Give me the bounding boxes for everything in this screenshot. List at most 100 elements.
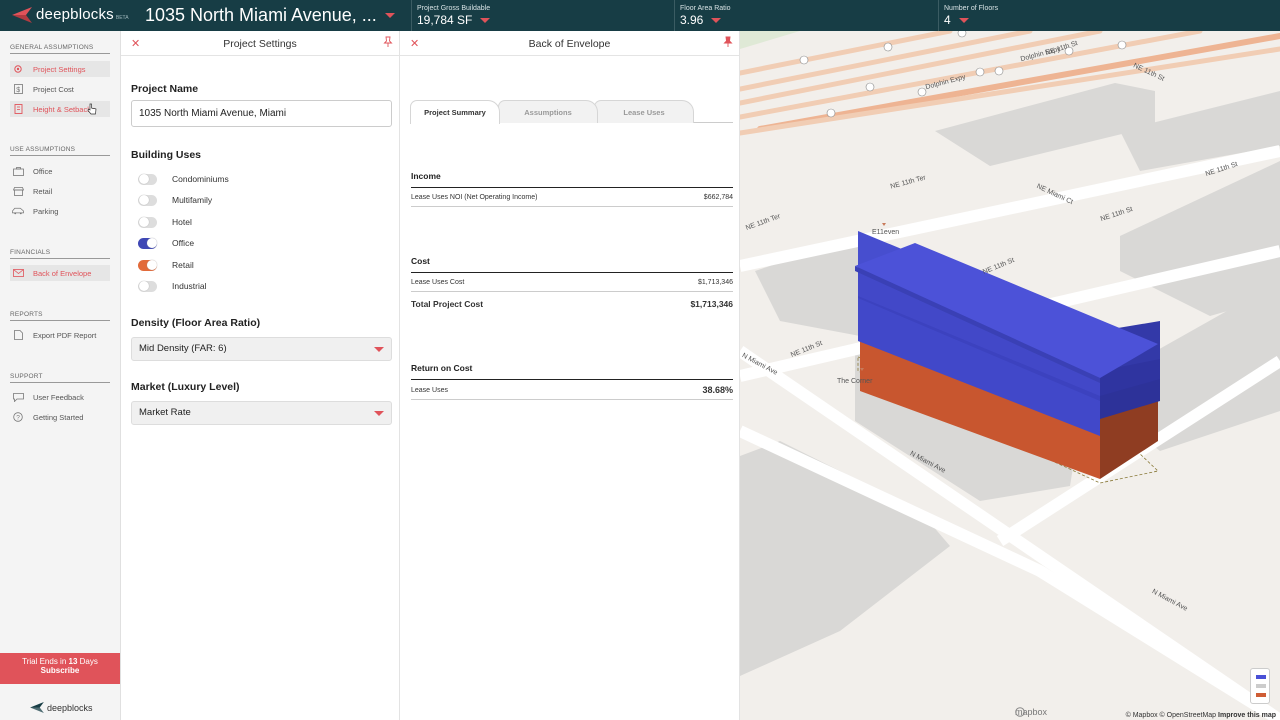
use-label: Office (172, 238, 195, 248)
subscribe-link[interactable]: Subscribe (0, 666, 120, 675)
store-icon (12, 186, 24, 196)
project-name-label: Project Name (131, 83, 199, 95)
total-value: $1,713,346 (690, 298, 733, 309)
toggle-switch[interactable] (138, 216, 157, 228)
section-financials: FINANCIALS (10, 249, 110, 259)
density-select[interactable]: Mid Density (FAR: 6) (131, 337, 392, 361)
toggle-switch[interactable] (138, 237, 157, 249)
briefcase-icon (12, 166, 24, 176)
map-legend[interactable] (1250, 668, 1270, 704)
legend-swatch-retail (1256, 693, 1266, 697)
sidebar-item-getting-started[interactable]: ? Getting Started (10, 409, 110, 425)
sidebar-item-label: Getting Started (33, 412, 84, 422)
sidebar-item-label: Office (33, 166, 53, 176)
row-label: Lease Uses NOI (Net Operating Income) (411, 193, 538, 201)
use-row-condominiums[interactable]: Condominiums (138, 172, 229, 186)
panel-header: ✕ Project Settings (121, 31, 399, 56)
toggle-switch[interactable] (138, 173, 157, 185)
sidebar: GENERAL ASSUMPTIONS Project Settings $ P… (0, 31, 121, 720)
section-use-assumptions: USE ASSUMPTIONS (10, 146, 110, 156)
use-label: Multifamily (172, 195, 213, 205)
mapbox-logo[interactable]: mapbox (1015, 707, 1047, 717)
chat-icon (12, 392, 24, 402)
metric-value: 4 (944, 13, 951, 27)
tab-project-summary[interactable]: Project Summary (410, 100, 500, 124)
sidebar-item-user-feedback[interactable]: User Feedback (10, 389, 110, 405)
legend-swatch-other (1256, 684, 1266, 688)
use-row-industrial[interactable]: Industrial (138, 279, 207, 293)
metric-number-of-floors[interactable]: Number of Floors 4 (938, 0, 1280, 31)
trial-prefix: Trial Ends in (22, 657, 67, 666)
trial-suffix: Days (79, 657, 98, 666)
toggle-switch[interactable] (138, 280, 157, 292)
pin-icon[interactable] (383, 36, 393, 48)
row-label: Lease Uses (411, 386, 448, 394)
metric-gross-buildable[interactable]: Project Gross Buildable 19,784 SF (411, 0, 676, 31)
use-row-multifamily[interactable]: Multifamily (138, 193, 212, 207)
sidebar-item-label: Parking (33, 206, 59, 216)
return-on-cost-title: Return on Cost (411, 363, 473, 373)
app-logo[interactable]: deepblocks BETA (12, 6, 129, 23)
density-value: Mid Density (FAR: 6) (139, 343, 227, 354)
improve-map-link[interactable]: Improve this map (1218, 712, 1276, 719)
deepblocks-logo-icon (30, 702, 44, 713)
address-text: 1035 North Miami Avenue, ... (145, 5, 377, 25)
row-value: $662,784 (703, 193, 733, 201)
use-label: Industrial (172, 281, 207, 291)
metric-floor-area-ratio[interactable]: Floor Area Ratio 3.96 (674, 0, 939, 31)
metric-label: Number of Floors (944, 5, 999, 12)
toggle-switch[interactable] (138, 194, 157, 206)
sidebar-item-project-settings[interactable]: Project Settings (10, 61, 110, 77)
sidebar-item-label: Retail (33, 186, 53, 196)
project-name-input[interactable]: 1035 North Miami Avenue, Miami (131, 100, 392, 127)
pin-icon[interactable] (723, 36, 733, 48)
attribution-text[interactable]: © Mapbox © OpenStreetMap (1126, 712, 1216, 719)
tab-lease-uses[interactable]: Lease Uses (594, 100, 694, 123)
mapbox-logo-icon (1015, 707, 1025, 717)
sidebar-item-retail[interactable]: Retail (10, 183, 110, 199)
row-value: 38.68% (702, 385, 733, 395)
svg-text:?: ? (16, 415, 20, 422)
row-label: Lease Uses Cost (411, 278, 465, 286)
chevron-down-icon (958, 17, 969, 23)
panel-title: Back of Envelope (528, 38, 611, 50)
dollar-icon: $ (12, 84, 24, 94)
map-canvas[interactable] (740, 31, 1280, 720)
cost-title: Cost (411, 256, 430, 266)
sidebar-item-parking[interactable]: Parking (10, 203, 110, 219)
map-attribution: © Mapbox © OpenStreetMap Improve this ma… (1126, 712, 1276, 719)
trial-banner[interactable]: Trial Ends in 13 Days Subscribe (0, 653, 120, 684)
top-bar: deepblocks BETA 1035 North Miami Avenue,… (0, 0, 1280, 31)
use-row-hotel[interactable]: Hotel (138, 215, 192, 229)
envelope-icon (12, 268, 24, 278)
sidebar-item-label: Height & Setbacks (33, 104, 95, 114)
sidebar-item-office[interactable]: Office (10, 163, 110, 179)
address-selector[interactable]: 1035 North Miami Avenue, ... (145, 5, 395, 26)
metric-value: 3.96 (680, 13, 704, 27)
tab-assumptions[interactable]: Assumptions (498, 100, 598, 123)
sidebar-item-project-cost[interactable]: $ Project Cost (10, 81, 110, 97)
sidebar-item-back-of-envelope[interactable]: Back of Envelope (10, 265, 110, 281)
beta-badge: BETA (115, 14, 129, 21)
document-icon (12, 330, 24, 340)
poi-label[interactable]: The Corner (837, 378, 872, 385)
row-value: $1,713,346 (697, 278, 733, 286)
toggle-switch[interactable] (138, 259, 157, 271)
sidebar-item-label: Export PDF Report (33, 330, 97, 340)
sidebar-item-height-setbacks[interactable]: Height & Setbacks (10, 101, 110, 117)
map-view[interactable]: NE 11th Ter NE 11th Ter NE Miami Ct NE 1… (740, 31, 1280, 720)
use-row-office[interactable]: Office (138, 236, 194, 250)
car-icon (12, 206, 24, 216)
market-value: Market Rate (139, 407, 191, 418)
metric-label: Floor Area Ratio (680, 5, 731, 12)
market-select[interactable]: Market Rate (131, 401, 392, 425)
chevron-down-icon (374, 411, 384, 416)
gear-icon (12, 64, 24, 74)
section-reports: REPORTS (10, 311, 110, 321)
use-row-retail[interactable]: Retail (138, 258, 194, 272)
chevron-down-icon (711, 17, 722, 23)
sidebar-item-export-pdf[interactable]: Export PDF Report (10, 327, 110, 343)
sidebar-item-label: User Feedback (33, 392, 84, 402)
density-label: Density (Floor Area Ratio) (131, 317, 261, 329)
poi-label[interactable]: E11even (872, 229, 899, 236)
